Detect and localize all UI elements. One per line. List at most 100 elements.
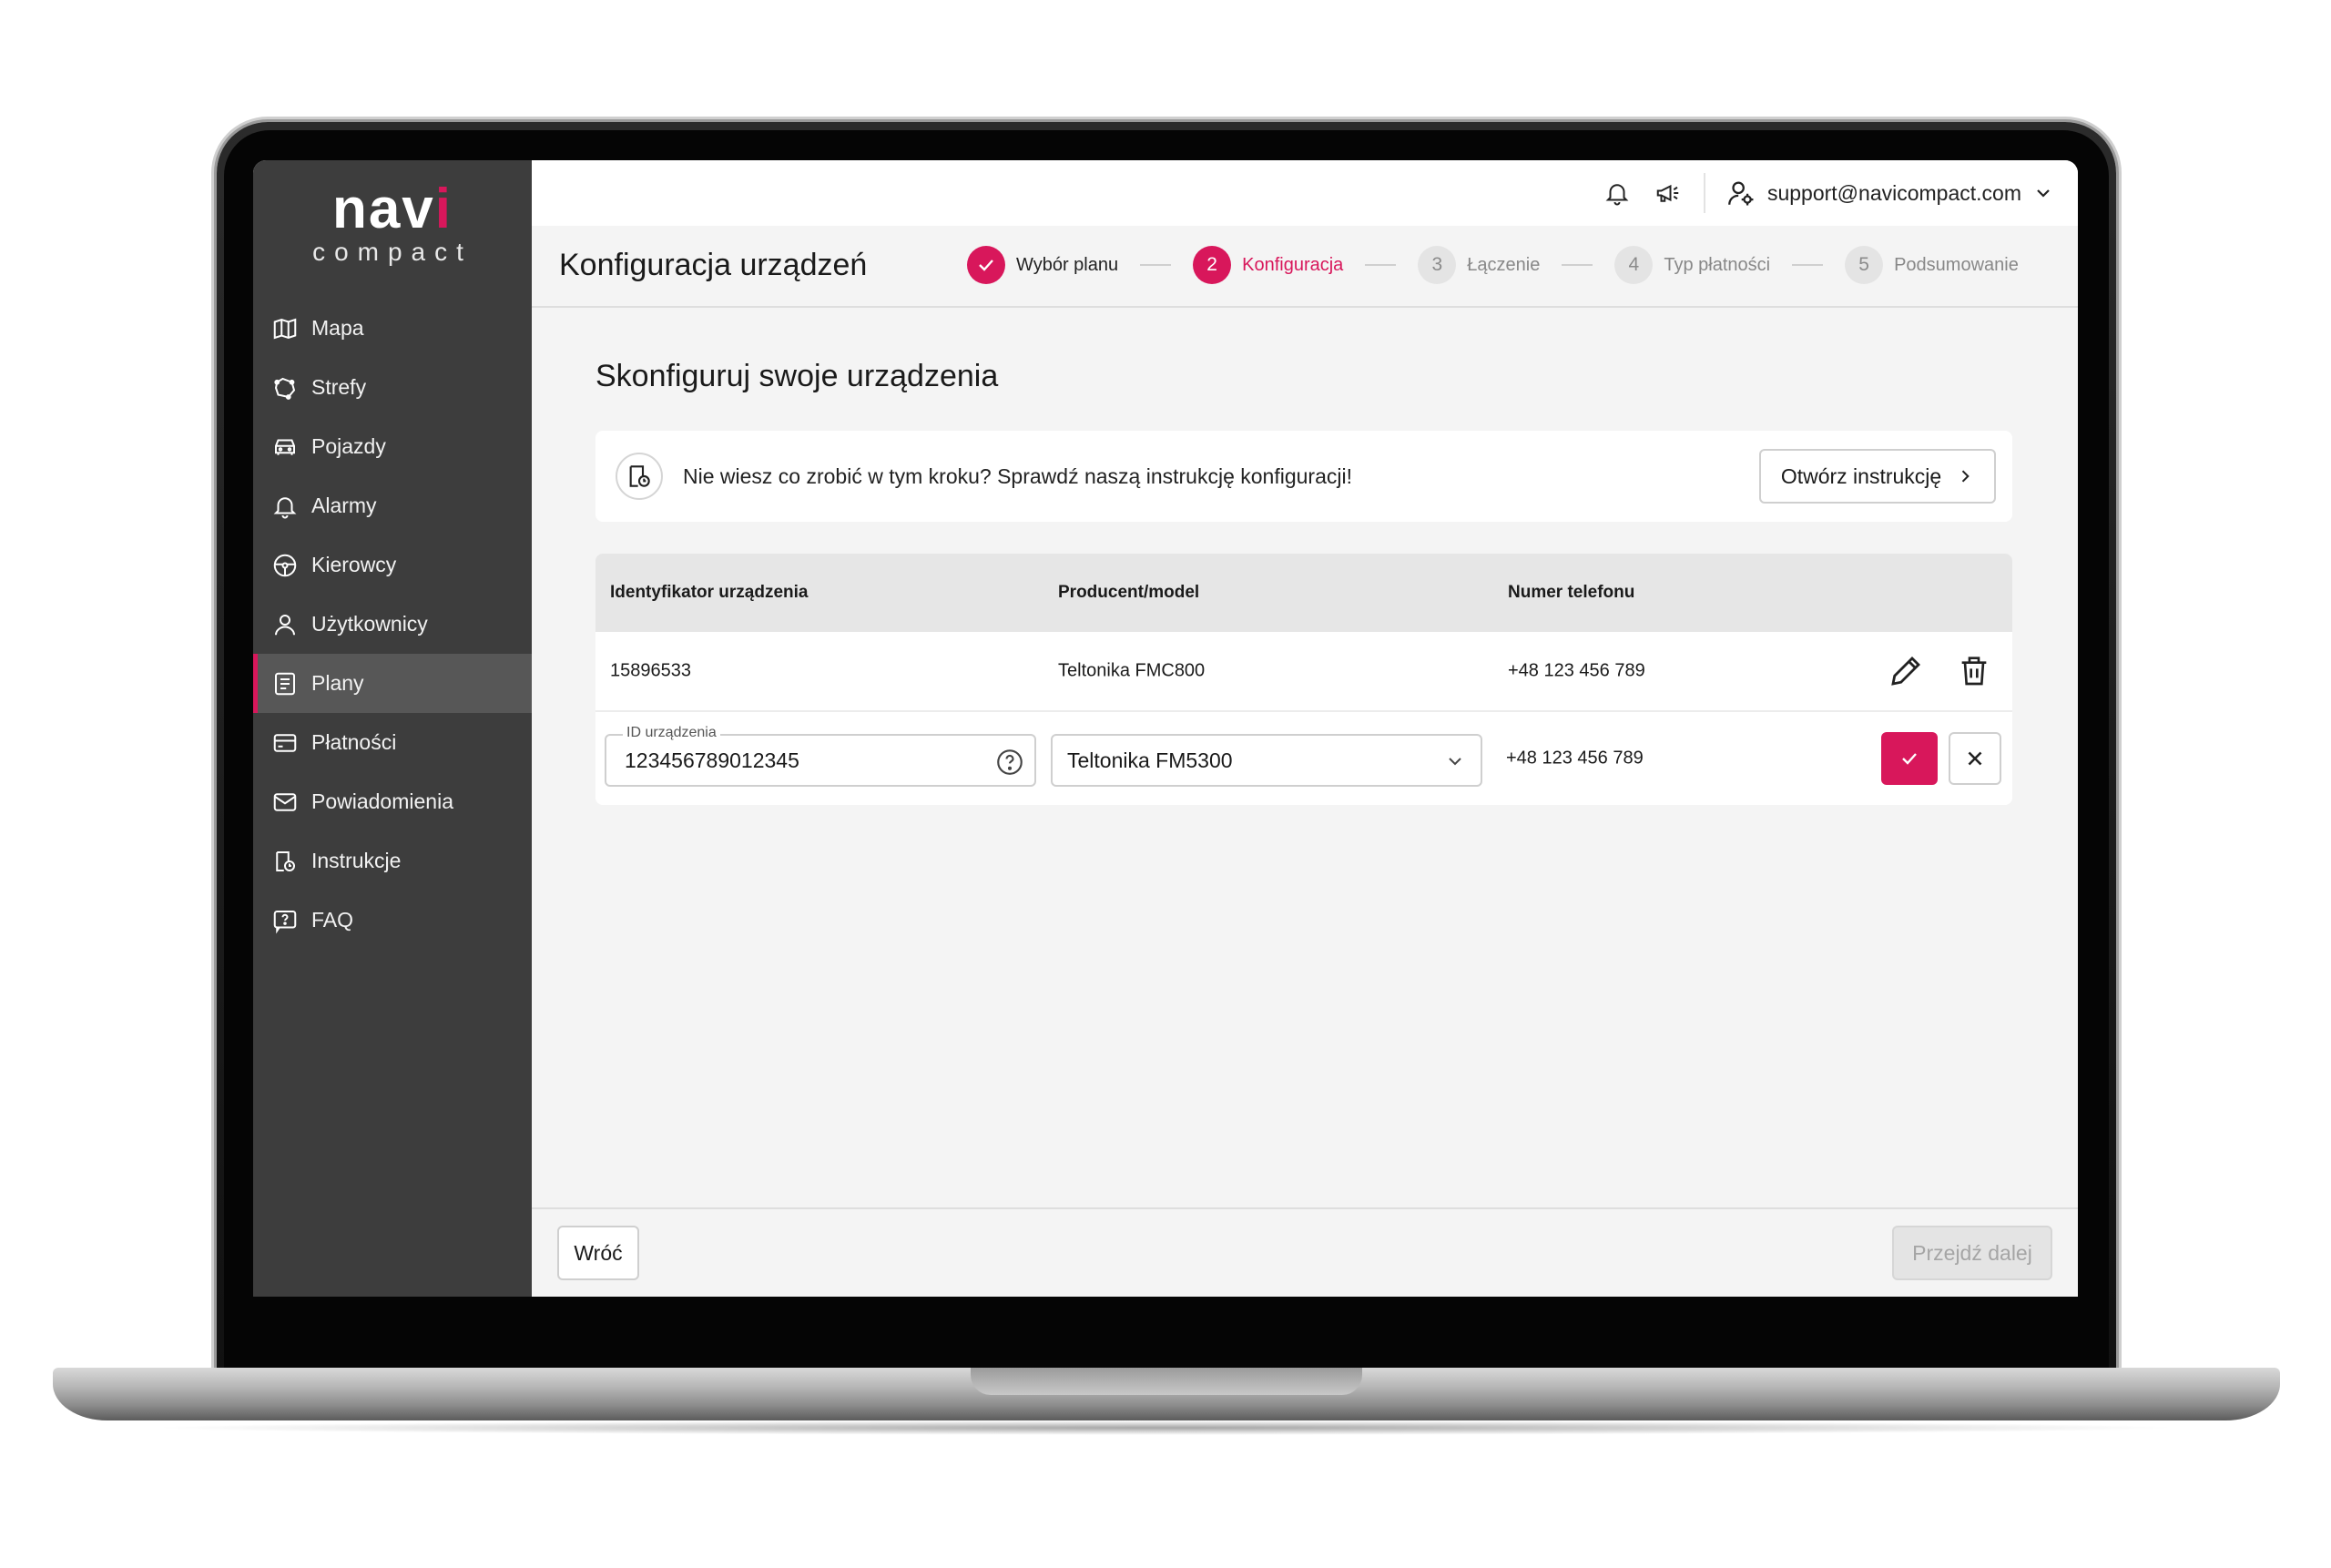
faq-icon: [273, 910, 297, 934]
phone-cell: +48 123 456 789: [1506, 748, 1644, 769]
megaphone-icon: [1656, 184, 1679, 202]
trash-icon: [1961, 657, 1987, 686]
step-circle: 5: [1845, 246, 1884, 284]
sidebar-item-mapa[interactable]: Mapa: [253, 299, 532, 358]
sidebar-item-platnosci[interactable]: Płatności: [253, 713, 532, 772]
column-header-phone: Numer telefonu: [1508, 583, 1635, 602]
user-menu[interactable]: support@navicompact.com: [1725, 178, 2054, 209]
open-instruction-button[interactable]: Otwórz instrukcję: [1759, 449, 1996, 504]
sidebar-item-label: FAQ: [311, 908, 354, 932]
step-label: Łączenie: [1467, 254, 1541, 275]
device-id-value: 123456789012345: [625, 748, 799, 772]
help-icon[interactable]: [994, 747, 1025, 778]
bell-icon: [1605, 184, 1629, 206]
laptop-shadow: [146, 1420, 2185, 1435]
logo: navi compact: [253, 180, 532, 266]
sidebar-item-label: Alarmy: [311, 494, 377, 517]
step-plan-selection[interactable]: Wybór planu: [967, 246, 1118, 284]
page-header: Konfiguracja urządzeń Wybór planu 2 Konf…: [532, 226, 2078, 308]
devices-table: Identyfikator urządzenia Producent/model…: [595, 554, 2012, 805]
column-header-device-id: Identyfikator urządzenia: [610, 583, 809, 602]
top-bar-actions: support@navicompact.com: [1602, 160, 2054, 226]
step-label: Typ płatności: [1664, 254, 1771, 275]
bell-icon: [273, 496, 297, 518]
delete-row-button[interactable]: [1956, 652, 1992, 694]
back-button[interactable]: Wróć: [557, 1226, 639, 1280]
sidebar-item-label: Użytkownicy: [311, 612, 428, 636]
sidebar-item-plany[interactable]: Plany: [253, 654, 532, 713]
step-summary: 5 Podsumowanie: [1845, 246, 2019, 284]
user-email: support@navicompact.com: [1766, 180, 2021, 205]
check-icon: [979, 260, 993, 271]
step-circle: [967, 246, 1005, 284]
instructions-icon: [629, 465, 650, 487]
step-circle: 4: [1614, 246, 1654, 284]
step-connector: [1140, 264, 1172, 266]
instruction-banner: Nie wiesz co zrobić w tym kroku? Sprawdź…: [595, 431, 2012, 522]
sidebar-item-alarmy[interactable]: Alarmy: [253, 476, 532, 535]
next-button[interactable]: Przejdź dalej: [1892, 1226, 2052, 1280]
page-title: Konfiguracja urządzeń: [559, 248, 868, 282]
laptop-notch: [971, 1368, 1362, 1395]
announcements-button[interactable]: [1653, 178, 1684, 209]
edit-row-button[interactable]: [1887, 652, 1925, 696]
sidebar-nav: Mapa Strefy Pojazdy Alarmy Kierowcy Użyt…: [253, 299, 532, 950]
section-title: Skonfiguruj swoje urządzenia: [595, 359, 999, 393]
user-settings-icon: [1728, 181, 1754, 206]
stepper: Wybór planu 2 Konfiguracja 3 Łączenie 4 …: [967, 244, 2019, 286]
sidebar-item-label: Plany: [311, 671, 364, 695]
user-icon: [275, 614, 295, 635]
sidebar-item-kierowcy[interactable]: Kierowcy: [253, 535, 532, 595]
zones-icon: [274, 377, 296, 400]
chevron-down-icon: [1449, 758, 1461, 766]
sidebar-item-label: Kierowcy: [311, 553, 397, 576]
device-id-label: ID urządzenia: [623, 725, 720, 741]
table-row-editing: ID urządzenia 123456789012345 Teltonika …: [595, 712, 2012, 805]
cancel-edit-button[interactable]: [1949, 732, 2001, 785]
step-configuration: 2 Konfiguracja: [1193, 246, 1343, 284]
logo-wordmark: navi: [331, 178, 453, 240]
step-circle: 3: [1418, 246, 1457, 284]
chevron-down-icon: [2037, 189, 2050, 198]
confirm-edit-button[interactable]: [1881, 732, 1938, 785]
sidebar-item-pojazdy[interactable]: Pojazdy: [253, 417, 532, 476]
phone-cell: +48 123 456 789: [1508, 660, 1645, 681]
notifications-button[interactable]: [1602, 178, 1633, 209]
map-icon: [273, 318, 297, 339]
model-select[interactable]: Teltonika FM5300: [1051, 734, 1482, 787]
logo-subtitle: compact: [312, 238, 473, 266]
sidebar-item-faq[interactable]: FAQ: [253, 891, 532, 950]
step-circle: 2: [1193, 246, 1232, 284]
car-icon: [275, 439, 295, 455]
step-label: Wybór planu: [1016, 254, 1119, 275]
close-icon: [1968, 751, 1982, 766]
instructions-icon: [276, 850, 295, 871]
sidebar-item-label: Płatności: [311, 730, 397, 754]
card-icon: [273, 733, 297, 752]
app-screen: navi compact Mapa Strefy Pojazdy Alarmy: [253, 160, 2078, 1297]
table-header: Identyfikator urządzenia Producent/model…: [595, 554, 2012, 632]
top-bar-divider: [1703, 173, 1705, 213]
sidebar-item-strefy[interactable]: Strefy: [253, 358, 532, 417]
step-connecting: 3 Łączenie: [1418, 246, 1540, 284]
model-cell: Teltonika FMC800: [1058, 660, 1206, 681]
step-label: Podsumowanie: [1894, 254, 2019, 275]
step-connector: [1792, 264, 1824, 266]
sidebar-item-instrukcje[interactable]: Instrukcje: [253, 831, 532, 891]
check-icon: [1902, 753, 1917, 765]
sidebar: navi compact Mapa Strefy Pojazdy Alarmy: [253, 160, 532, 1297]
sidebar-item-powiadomienia[interactable]: Powiadomienia: [253, 772, 532, 831]
sidebar-item-uzytkownicy[interactable]: Użytkownicy: [253, 595, 532, 654]
top-bar: support@navicompact.com: [532, 160, 2078, 226]
page-footer: Wróć Przejdź dalej: [532, 1207, 2078, 1297]
device-id-cell: 15896533: [610, 660, 691, 681]
chevron-right-icon: [1961, 470, 1970, 483]
sidebar-item-label: Instrukcje: [311, 849, 402, 872]
pencil-icon: [1891, 657, 1920, 686]
sidebar-item-label: Pojazdy: [311, 434, 386, 458]
table-row: 15896533 Teltonika FMC800 +48 123 456 78…: [595, 632, 2012, 712]
device-id-field[interactable]: ID urządzenia 123456789012345: [605, 725, 1036, 787]
sidebar-item-label: Strefy: [311, 375, 367, 399]
instruction-icon-wrapper: [616, 453, 663, 500]
steering-wheel-icon: [273, 554, 297, 576]
